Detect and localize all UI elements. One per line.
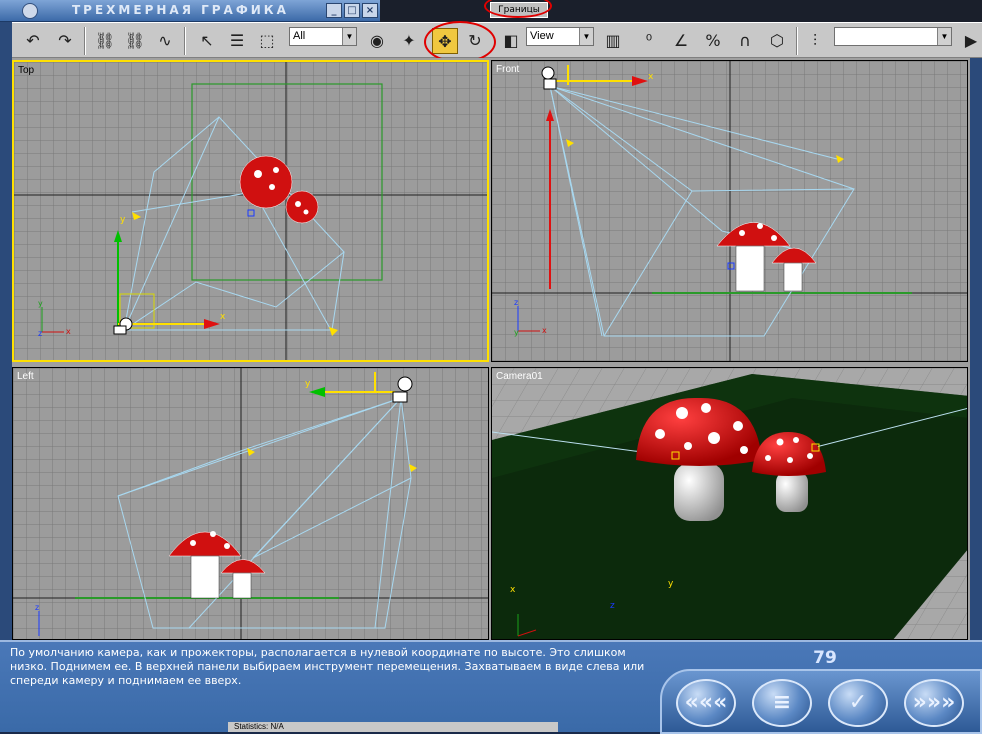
axis-y-label: y xyxy=(514,328,519,337)
chevron-down-icon: ▼ xyxy=(342,28,356,45)
angle-snap-icon[interactable]: ∠ xyxy=(668,28,694,54)
pivot-center-icon[interactable]: ▥ xyxy=(600,28,626,54)
highlight-circle xyxy=(424,21,496,63)
select-and-link-icon[interactable]: ⛓ xyxy=(92,28,118,54)
axis-y-label: y xyxy=(668,579,674,589)
viewport-front-scene: x z x y xyxy=(492,61,967,361)
edit-named-selection-icon[interactable]: ⬡ xyxy=(764,28,790,54)
mushroom-small-wireframe[interactable] xyxy=(285,190,319,224)
axis-z-label: z xyxy=(610,601,615,611)
viewport-front[interactable]: Front x z x y xyxy=(491,60,968,362)
axis-z-label: z xyxy=(35,603,39,612)
viewport-label[interactable]: Left xyxy=(17,371,34,382)
instruction-panel: По умолчанию камера, как и прожекторы, р… xyxy=(0,640,982,734)
page-number: 79 xyxy=(813,648,837,668)
reference-coordinate-value: View xyxy=(530,30,554,42)
navigation-bar: ««« ≡ ✓ »»» xyxy=(660,669,982,734)
spinner-snap-icon[interactable]: ∩ xyxy=(732,28,758,54)
viewport-label[interactable]: Top xyxy=(18,65,34,76)
statistics-status: Statistics: N/A xyxy=(228,722,558,732)
percent-snap-icon[interactable]: % xyxy=(700,28,726,54)
check-button[interactable]: ✓ xyxy=(828,679,888,727)
chevron-down-icon: ▼ xyxy=(579,28,593,45)
undo-icon[interactable]: ↶ xyxy=(20,28,46,54)
reference-coordinate-dropdown[interactable]: View ▼ xyxy=(526,27,594,46)
rewind-icon: ««« xyxy=(684,690,728,715)
viewport-top[interactable]: Top y x y x z xyxy=(12,60,489,362)
axis-z-label: z xyxy=(38,329,42,338)
system-menu-icon[interactable] xyxy=(22,3,38,19)
mushroom-large-wireframe[interactable] xyxy=(239,155,293,209)
toolbar-separator xyxy=(84,27,86,55)
menu-icon: ≡ xyxy=(772,690,792,715)
window-crossing-icon[interactable]: ◉ xyxy=(364,28,390,54)
instruction-text: По умолчанию камера, как и прожекторы, р… xyxy=(10,646,645,687)
selection-filter-value: All xyxy=(293,30,306,42)
unlink-icon[interactable]: ⛓ xyxy=(122,28,148,54)
mirror-icon[interactable]: ⫶ xyxy=(802,28,828,54)
window-title: ТРЕХМЕРНАЯ ГРАФИКА xyxy=(72,3,289,17)
selection-region-icon[interactable]: ⬚ xyxy=(254,28,280,54)
viewport-area: Top y x y x z Front x z x y Left y z Cam… xyxy=(12,58,970,640)
viewport-label[interactable]: Camera01 xyxy=(496,371,543,382)
viewport-top-scene: y x y x z xyxy=(14,62,487,360)
viewport-label[interactable]: Front xyxy=(496,64,519,75)
gizmo-y-label: y xyxy=(305,379,311,389)
minimize-button[interactable]: _ xyxy=(326,3,342,18)
forward-icon: »»» xyxy=(912,690,956,715)
named-selection-dropdown[interactable]: ▼ xyxy=(834,27,952,46)
select-by-name-icon[interactable]: ☰ xyxy=(224,28,250,54)
toolbar-scroll-icon[interactable]: ▶ xyxy=(958,28,982,54)
axis-y-label: y xyxy=(38,299,43,308)
selection-filter-dropdown[interactable]: All ▼ xyxy=(289,27,357,46)
bind-space-warp-icon[interactable]: ∿ xyxy=(152,28,178,54)
axis-x-label: x xyxy=(66,327,71,336)
tutorial-window: ТРЕХМЕРНАЯ ГРАФИКА _ □ × Границы ↶ ↷ ⛓ ⛓… xyxy=(0,0,982,734)
contents-button[interactable]: ≡ xyxy=(752,679,812,727)
select-and-scale-icon[interactable]: ◧ xyxy=(498,28,524,54)
select-object-icon[interactable]: ↖ xyxy=(194,28,220,54)
gizmo-x-label: x xyxy=(648,72,654,82)
gizmo-y-label: y xyxy=(120,215,126,225)
axis-x-label: x xyxy=(510,585,516,595)
viewport-camera-scene: y x z xyxy=(492,368,967,639)
redo-icon[interactable]: ↷ xyxy=(52,28,78,54)
viewport-left-scene: y z xyxy=(13,368,488,639)
viewport-camera[interactable]: Camera01 y x z xyxy=(491,367,968,640)
maximize-button[interactable]: □ xyxy=(344,3,360,18)
axis-z-label: z xyxy=(514,298,518,307)
snap-3d-icon[interactable]: ⁰ xyxy=(636,28,662,54)
title-bar: ТРЕХМЕРНАЯ ГРАФИКА _ □ × xyxy=(0,0,380,22)
axis-x-label: x xyxy=(542,326,547,335)
viewport-left[interactable]: Left y z xyxy=(12,367,489,640)
gizmo-x-label: x xyxy=(220,312,226,322)
toolbar-separator xyxy=(796,27,798,55)
main-toolbar: ↶ ↷ ⛓ ⛓ ∿ ↖ ☰ ⬚ All ▼ ◉ ✦ ✥ ↻ ◧ View ▼ ▥… xyxy=(12,21,982,63)
next-page-button[interactable]: »»» xyxy=(904,679,964,727)
close-button[interactable]: × xyxy=(362,3,378,18)
previous-page-button[interactable]: ««« xyxy=(676,679,736,727)
select-manipulate-icon[interactable]: ✦ xyxy=(396,28,422,54)
chevron-down-icon: ▼ xyxy=(937,28,951,45)
toolbar-separator xyxy=(184,27,186,55)
background-app-strip xyxy=(380,0,982,22)
check-icon: ✓ xyxy=(848,690,868,715)
